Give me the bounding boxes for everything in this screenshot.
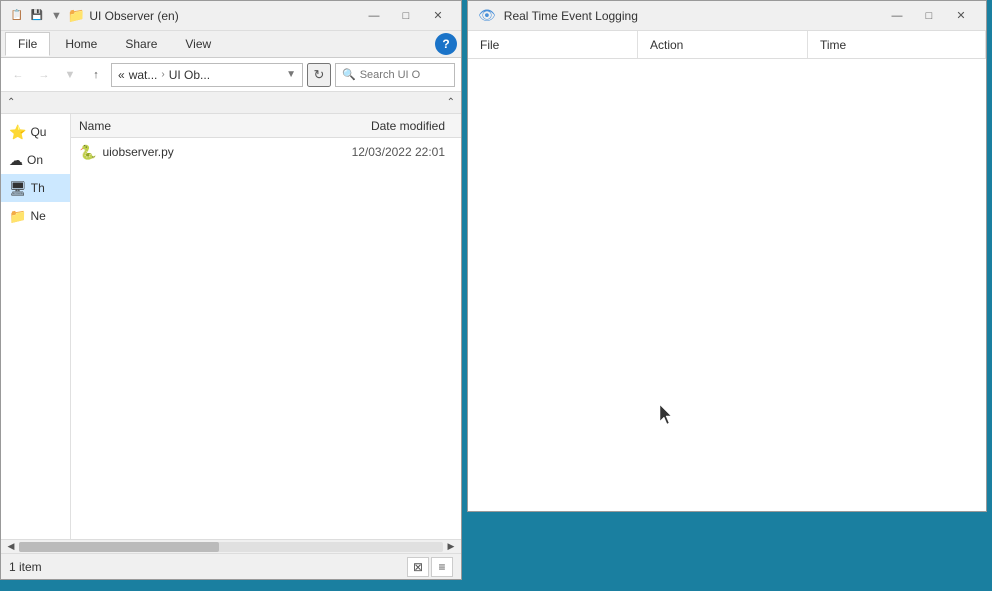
sidebar: ⭐ Qu ☁ On 🖥 Th 📁 Ne [1, 114, 71, 539]
title-separator: ▼ [51, 10, 62, 22]
help-button[interactable]: ? [435, 33, 457, 55]
save-icon: 💾 [29, 8, 45, 24]
status-count: 1 item [9, 560, 42, 574]
path-arrow-1: › [161, 69, 164, 80]
sort-arrow: ⌃ [7, 97, 15, 108]
scrollbar-track[interactable] [19, 542, 443, 552]
horizontal-scrollbar[interactable]: ◀ ▶ [1, 539, 461, 553]
col-name[interactable]: Name [79, 119, 323, 133]
col-date-modified[interactable]: Date modified [323, 119, 453, 133]
log-col-file: File [468, 31, 638, 58]
explorer-window-controls: — □ ✕ [359, 6, 453, 26]
sidebar-item-onedrive[interactable]: ☁ On [1, 146, 70, 174]
tab-file[interactable]: File [5, 32, 50, 56]
logger-maximize-button[interactable]: □ [914, 6, 944, 26]
explorer-title: UI Observer (en) [89, 9, 359, 23]
forward-button[interactable]: → [33, 64, 55, 86]
scroll-right-arrow[interactable]: ▶ [443, 540, 459, 554]
status-bar: 1 item ⊠ ≡ [1, 553, 461, 579]
ribbon-tabs: File Home Share View ? [1, 31, 461, 57]
file-name-uiobserver: uiobserver.py [102, 145, 317, 159]
path-segment-1: « [118, 68, 125, 82]
logger-app-icon: 👁 [478, 7, 496, 24]
sidebar-item-quick[interactable]: ⭐ Qu [1, 118, 70, 146]
file-item-uiobserver[interactable]: 🐍 uiobserver.py 12/03/2022 22:01 [71, 138, 461, 166]
sidebar-label-quick: Qu [30, 125, 46, 139]
up-button[interactable]: ↑ [85, 64, 107, 86]
folder-icon: 📁 [68, 7, 85, 24]
scroll-left-arrow[interactable]: ◀ [3, 540, 19, 554]
file-list-header: Name Date modified [71, 114, 461, 138]
python-file-icon: 🐍 [79, 144, 96, 161]
sidebar-label-onedrive: On [27, 153, 43, 167]
onedrive-icon: ☁ [9, 152, 23, 169]
view-details-button[interactable]: ⊠ [407, 557, 429, 577]
log-col-action: Action [638, 31, 808, 58]
log-col-time: Time [808, 31, 986, 58]
logger-minimize-button[interactable]: — [882, 6, 912, 26]
tab-home[interactable]: Home [52, 32, 110, 56]
quick-access-icon: 📋 [9, 8, 25, 24]
explorer-minimize-button[interactable]: — [359, 6, 389, 26]
explorer-maximize-button[interactable]: □ [391, 6, 421, 26]
path-segment-wat: wat... [129, 68, 158, 82]
search-icon: 🔍 [342, 68, 356, 81]
path-segment-ui: UI Ob... [169, 68, 210, 82]
column-sort-row: ⌃ ⌃ [1, 92, 461, 114]
tab-view[interactable]: View [172, 32, 224, 56]
view-buttons: ⊠ ≡ [407, 557, 453, 577]
titlebar-icons: 📋 💾 [9, 8, 45, 24]
address-bar: ← → ▼ ↑ « wat... › UI Ob... ▼ ↻ 🔍 [1, 58, 461, 92]
explorer-titlebar: 📋 💾 ▼ 📁 UI Observer (en) — □ ✕ [1, 1, 461, 31]
logger-window-controls: — □ ✕ [882, 6, 976, 26]
logger-titlebar: 👁 Real Time Event Logging — □ ✕ [468, 1, 986, 31]
path-dropdown-arrow: ▼ [286, 69, 296, 80]
search-input[interactable] [360, 69, 448, 81]
view-list-button[interactable]: ≡ [431, 557, 453, 577]
quick-access-star-icon: ⭐ [9, 124, 26, 141]
explorer-window: 📋 💾 ▼ 📁 UI Observer (en) — □ ✕ File Home… [0, 0, 462, 580]
refresh-button[interactable]: ↻ [307, 63, 331, 87]
sidebar-label-thispc: Th [31, 181, 45, 195]
sidebar-item-network[interactable]: 📁 Ne [1, 202, 70, 230]
thispc-icon: 🖥 [9, 180, 27, 197]
path-text: « wat... › UI Ob... [118, 68, 210, 82]
network-icon: 📁 [9, 208, 26, 225]
scrollbar-thumb[interactable] [19, 542, 219, 552]
sidebar-item-thispc[interactable]: 🖥 Th [1, 174, 70, 202]
file-list: Name Date modified 🐍 uiobserver.py 12/03… [71, 114, 461, 539]
address-path-box[interactable]: « wat... › UI Ob... ▼ [111, 63, 303, 87]
search-box[interactable]: 🔍 [335, 63, 455, 87]
back-button[interactable]: ← [7, 64, 29, 86]
sidebar-label-network: Ne [30, 209, 45, 223]
explorer-close-button[interactable]: ✕ [423, 6, 453, 26]
logger-table-header: File Action Time [468, 31, 986, 59]
logger-close-button[interactable]: ✕ [946, 6, 976, 26]
logger-content: File Action Time [468, 31, 986, 511]
col-toggle[interactable]: ⌃ [447, 97, 455, 108]
ribbon: File Home Share View ? [1, 31, 461, 58]
tab-share[interactable]: Share [112, 32, 170, 56]
logger-title: Real Time Event Logging [504, 9, 874, 23]
explorer-content: ⭐ Qu ☁ On 🖥 Th 📁 Ne Name Date modified [1, 114, 461, 539]
logger-window: 👁 Real Time Event Logging — □ ✕ File Act… [467, 0, 987, 512]
recent-button[interactable]: ▼ [59, 64, 81, 86]
file-date-uiobserver: 12/03/2022 22:01 [323, 145, 453, 159]
